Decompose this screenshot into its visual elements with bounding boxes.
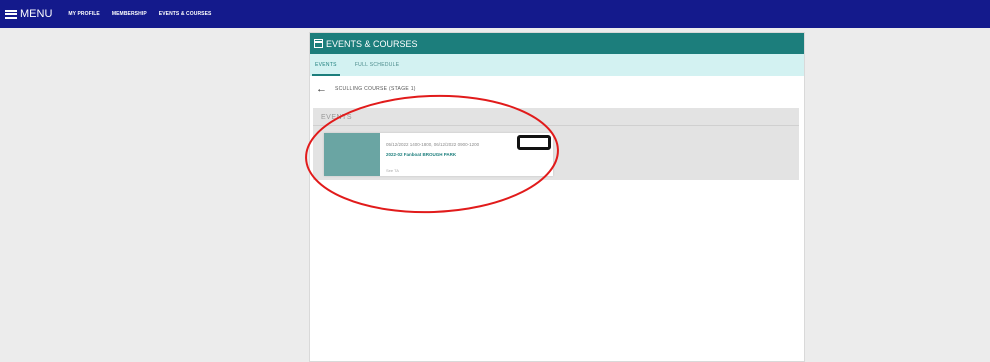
tab-events[interactable]: EVENTS: [312, 54, 340, 76]
panel-header: EVENTS & COURSES: [310, 33, 804, 54]
redaction-box: [517, 135, 551, 150]
nav-events-courses[interactable]: EVENTS & COURSES: [159, 11, 212, 17]
events-divider: [313, 125, 799, 126]
event-meta: See TA: [386, 168, 399, 173]
event-thumbnail: [324, 133, 380, 176]
nav-my-profile[interactable]: MY PROFILE: [68, 11, 99, 17]
tab-full-schedule[interactable]: FULL SCHEDULE: [355, 54, 400, 76]
menu-label: MENU: [20, 8, 53, 20]
events-section: EVENTS 05/12/2022 1400-1800, 06/12/2022 …: [313, 108, 799, 180]
calendar-icon: [314, 39, 323, 48]
events-heading: EVENTS: [321, 114, 353, 121]
tab-bar: EVENTS FULL SCHEDULE: [310, 54, 804, 76]
events-courses-panel: EVENTS & COURSES EVENTS FULL SCHEDULE ← …: [309, 32, 805, 362]
event-name[interactable]: 2022-02 Fanboat BROUGH PARK: [386, 152, 456, 157]
nav-membership[interactable]: MEMBERSHIP: [112, 11, 147, 17]
course-title: SCULLING COURSE (STAGE 1): [335, 86, 416, 92]
back-arrow-icon[interactable]: ←: [316, 83, 327, 95]
top-nav-bar: MENU MY PROFILE MEMBERSHIP EVENTS & COUR…: [0, 0, 990, 28]
hamburger-icon: [5, 9, 17, 19]
menu-button[interactable]: MENU: [5, 8, 52, 20]
event-dates: 05/12/2022 1400-1800, 06/12/2022 0900-12…: [386, 142, 480, 147]
panel-title: EVENTS & COURSES: [326, 38, 418, 49]
course-title-row: ← SCULLING COURSE (STAGE 1): [310, 76, 804, 102]
